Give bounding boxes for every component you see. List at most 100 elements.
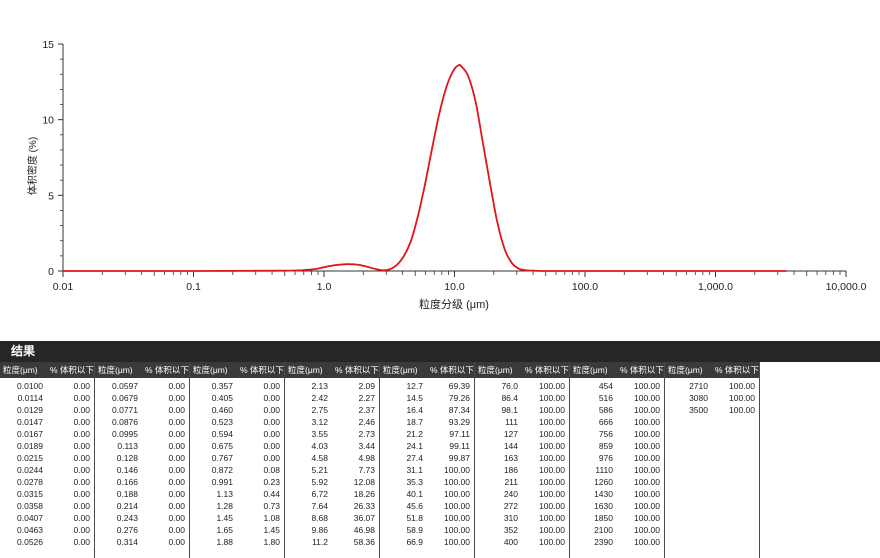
- percent-cell: 0.00: [263, 441, 280, 451]
- table-row: 86.4 100.00: [475, 392, 569, 404]
- size-cell: 9.86: [311, 525, 328, 535]
- size-cell: 0.113: [117, 441, 138, 451]
- table-row: 0.460 0.00: [190, 404, 284, 416]
- table-row: 2.13 2.09: [285, 380, 379, 392]
- size-cell: 0.128: [116, 453, 138, 463]
- table-row: 40.1 100.00: [380, 488, 474, 500]
- size-cell: 0.0679: [112, 393, 138, 403]
- size-cell: 454: [598, 381, 613, 391]
- percent-cell: 100.00: [539, 513, 565, 523]
- size-cell: 7.64: [311, 501, 328, 511]
- percent-cell: 0.00: [168, 513, 185, 523]
- size-cell: 51.8: [406, 513, 423, 523]
- percent-cell: 0.23: [263, 477, 280, 487]
- size-cell: 144: [503, 441, 518, 451]
- percent-cell: 100.00: [444, 489, 470, 499]
- table-row: 0.0215 0.00: [0, 452, 94, 464]
- size-cell: 0.0315: [17, 489, 43, 499]
- size-cell: 0.276: [116, 525, 138, 535]
- table-row: 1110 100.00: [570, 464, 664, 476]
- size-cell: 0.0147: [17, 417, 43, 427]
- size-cell: 11.2: [312, 537, 328, 547]
- results-column-header: 粒度(μm) % 体积以下: [570, 362, 664, 378]
- percent-cell: 0.44: [263, 489, 280, 499]
- size-cell: 516: [598, 393, 613, 403]
- percent-cell: 100.00: [444, 465, 470, 475]
- percent-cell: 100.00: [539, 453, 565, 463]
- table-row: 0.0100 0.00: [0, 380, 94, 392]
- percent-cell: 100.00: [539, 405, 565, 415]
- y-tick-label: 5: [48, 190, 54, 202]
- percent-cell: 2.73: [358, 429, 375, 439]
- size-cell: 0.0278: [17, 477, 43, 487]
- percent-cell: 0.08: [263, 465, 280, 475]
- table-row: 1.65 1.45: [190, 524, 284, 536]
- percent-cell: 69.39: [448, 381, 470, 391]
- percent-cell: 18.26: [353, 489, 375, 499]
- size-cell: 0.357: [211, 381, 233, 391]
- percent-cell: 0.00: [73, 537, 90, 547]
- percent-cell: 0.00: [263, 381, 280, 391]
- x-tick-label: 1.0: [317, 281, 332, 293]
- results-table: 粒度(μm)% 体积以下 0.0100 0.00 0.0114 0.00 0.0129 0.…: [0, 362, 880, 558]
- table-row: 0.675 0.00: [190, 440, 284, 452]
- percent-cell: 100.00: [444, 537, 470, 547]
- table-row: 0.0189 0.00: [0, 440, 94, 452]
- table-row: 35.3 100.00: [380, 476, 474, 488]
- table-row: 400 100.00: [475, 536, 569, 548]
- percent-cell: 100.00: [634, 501, 660, 511]
- percent-cell: 0.00: [263, 393, 280, 403]
- chart-axes: [62, 44, 846, 272]
- percent-cell: 100.00: [539, 393, 565, 403]
- percent-cell: 36.07: [353, 513, 375, 523]
- percent-cell: 100.00: [539, 489, 565, 499]
- size-cell: 0.991: [211, 477, 233, 487]
- results-column-header: 粒度(μm) % 体积以下: [0, 362, 94, 378]
- x-axis-label: 粒度分级 (μm): [419, 297, 489, 311]
- size-cell: 6.72: [311, 489, 328, 499]
- table-row: 0.128 0.00: [95, 452, 189, 464]
- results-column-group: 粒度(μm)% 体积以下 454 100.00 516 100.00 586 100.00 6…: [570, 362, 665, 558]
- size-cell: 0.0129: [17, 405, 43, 415]
- table-row: 0.0771 0.00: [95, 404, 189, 416]
- size-cell: 66.9: [406, 537, 423, 547]
- percent-cell: 0.00: [168, 489, 185, 499]
- percent-cell: 0.00: [168, 441, 185, 451]
- table-row: 0.0315 0.00: [0, 488, 94, 500]
- percent-cell: 0.00: [168, 417, 185, 427]
- table-row: 0.0129 0.00: [0, 404, 94, 416]
- percent-cell: 0.00: [168, 453, 185, 463]
- percent-cell: 12.08: [353, 477, 375, 487]
- size-cell: 0.0358: [17, 501, 43, 511]
- size-cell: 1.28: [216, 501, 233, 511]
- percent-cell: 0.00: [73, 513, 90, 523]
- size-cell: 86.4: [501, 393, 518, 403]
- percent-cell: 2.37: [358, 405, 375, 415]
- table-row: 0.872 0.08: [190, 464, 284, 476]
- size-cell: 24.1: [406, 441, 423, 451]
- table-row: 666 100.00: [570, 416, 664, 428]
- percent-cell: 0.00: [73, 441, 90, 451]
- size-cell: 1.65: [216, 525, 233, 535]
- percent-cell: 100.00: [729, 405, 755, 415]
- table-row: 0.0526 0.00: [0, 536, 94, 548]
- size-cell: 0.0526: [17, 537, 43, 547]
- size-cell: 76.0: [501, 381, 518, 391]
- percent-cell: 100.00: [539, 429, 565, 439]
- percent-cell: 1.45: [263, 525, 280, 535]
- percent-cell: 100.00: [444, 513, 470, 523]
- table-row: 1850 100.00: [570, 512, 664, 524]
- percent-cell: 0.73: [263, 501, 280, 511]
- percent-cell: 0.00: [73, 525, 90, 535]
- percent-cell: 100.00: [729, 381, 755, 391]
- percent-cell: 100.00: [634, 441, 660, 451]
- size-cell: 0.166: [116, 477, 138, 487]
- percent-cell: 100.00: [444, 501, 470, 511]
- size-cell: 3.55: [311, 429, 328, 439]
- size-cell: 16.4: [406, 405, 423, 415]
- size-cell: 1.45: [216, 513, 233, 523]
- size-cell: 3.12: [311, 417, 328, 427]
- size-cell: 0.0244: [17, 465, 43, 475]
- table-row: 2.75 2.37: [285, 404, 379, 416]
- size-cell: 0.0771: [112, 405, 138, 415]
